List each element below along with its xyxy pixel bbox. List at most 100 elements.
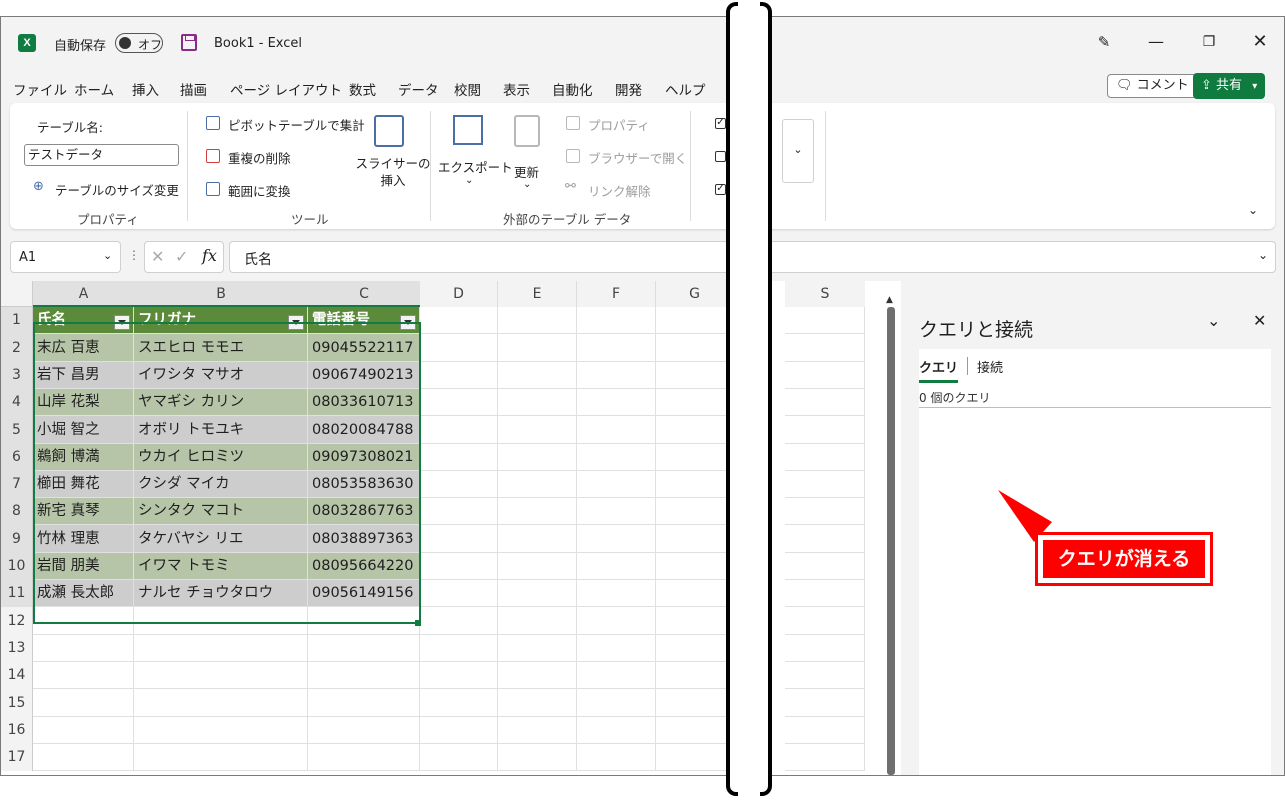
column-header[interactable]: C [308, 281, 420, 307]
table-cell[interactable]: 鵜飼 博満 [33, 444, 134, 471]
empty-cell[interactable] [498, 580, 577, 607]
row-header[interactable]: 16 [1, 717, 33, 744]
empty-cell[interactable] [33, 689, 134, 717]
save-icon[interactable] [181, 34, 197, 51]
table-cell[interactable]: スエヒロ モモエ [134, 334, 308, 362]
empty-cell[interactable] [577, 635, 656, 662]
empty-cell[interactable] [498, 444, 577, 471]
empty-cell[interactable] [498, 471, 577, 498]
row-header[interactable]: 2 [1, 334, 33, 362]
pane-options-icon[interactable]: ⌄ [1207, 311, 1220, 330]
name-box[interactable]: A1 ⌄ [10, 241, 121, 273]
empty-cell[interactable] [656, 416, 734, 444]
table-cell[interactable]: 08020084788 [308, 416, 420, 444]
tab-review[interactable]: 校閲 [454, 79, 481, 99]
empty-cell[interactable] [785, 416, 865, 444]
empty-cell[interactable] [498, 389, 577, 416]
table-header-cell[interactable]: フリガナ [134, 307, 308, 334]
empty-cell[interactable] [33, 635, 134, 662]
empty-cell[interactable] [577, 689, 656, 717]
empty-cell[interactable] [785, 307, 865, 334]
row-header[interactable]: 4 [1, 389, 33, 416]
pen-icon[interactable]: ✎ [1086, 27, 1122, 57]
empty-cell[interactable] [656, 525, 734, 553]
tab-insert[interactable]: 挿入 [132, 79, 159, 99]
style-option-checkbox[interactable]: ✓ [715, 184, 726, 195]
empty-cell[interactable] [656, 607, 734, 635]
table-cell[interactable]: シンタク マコト [134, 498, 308, 525]
empty-cell[interactable] [577, 362, 656, 389]
empty-cell[interactable] [498, 334, 577, 362]
empty-cell[interactable] [498, 416, 577, 444]
row-header[interactable]: 13 [1, 635, 33, 662]
table-cell[interactable]: 成瀬 長太郎 [33, 580, 134, 607]
table-cell[interactable]: ナルセ チョウタロウ [134, 580, 308, 607]
column-header[interactable]: G [656, 281, 734, 307]
empty-cell[interactable] [785, 334, 865, 362]
convert-to-range-button[interactable]: 範囲に変換 [228, 181, 291, 200]
empty-cell[interactable] [498, 662, 577, 689]
table-cell[interactable]: クシダ マイカ [134, 471, 308, 498]
filter-dropdown-icon[interactable] [114, 315, 130, 330]
empty-cell[interactable] [785, 471, 865, 498]
empty-cell[interactable] [785, 689, 865, 717]
empty-cell[interactable] [656, 553, 734, 580]
table-cell[interactable]: 末広 百恵 [33, 334, 134, 362]
empty-cell[interactable] [308, 689, 420, 717]
empty-cell[interactable] [420, 580, 498, 607]
empty-cell[interactable] [577, 471, 656, 498]
empty-cell[interactable] [498, 498, 577, 525]
empty-cell[interactable] [420, 307, 498, 334]
empty-cell[interactable] [656, 444, 734, 471]
empty-cell[interactable] [498, 689, 577, 717]
empty-cell[interactable] [785, 744, 865, 771]
empty-cell[interactable] [420, 662, 498, 689]
empty-cell[interactable] [498, 717, 577, 744]
table-name-input[interactable]: テストデータ [24, 144, 179, 166]
row-header[interactable]: 11 [1, 580, 33, 607]
table-cell[interactable]: 山岸 花梨 [33, 389, 134, 416]
empty-cell[interactable] [656, 334, 734, 362]
empty-cell[interactable] [308, 662, 420, 689]
empty-cell[interactable] [577, 525, 656, 553]
table-cell[interactable]: タケバヤシ リエ [134, 525, 308, 553]
cancel-icon[interactable]: ✕ [151, 247, 164, 266]
empty-cell[interactable] [134, 717, 308, 744]
row-header[interactable]: 8 [1, 498, 33, 525]
fill-handle[interactable] [415, 620, 421, 626]
table-cell[interactable]: 09097308021 [308, 444, 420, 471]
empty-cell[interactable] [420, 525, 498, 553]
empty-cell[interactable] [420, 362, 498, 389]
tab-queries[interactable]: クエリ [919, 357, 959, 383]
row-header[interactable]: 14 [1, 662, 33, 689]
empty-cell[interactable] [785, 498, 865, 525]
empty-cell[interactable] [656, 389, 734, 416]
empty-cell[interactable] [577, 607, 656, 635]
table-cell[interactable]: ヤマギシ カリン [134, 389, 308, 416]
row-header[interactable]: 3 [1, 362, 33, 389]
table-cell[interactable]: 09056149156 [308, 580, 420, 607]
empty-cell[interactable] [308, 635, 420, 662]
empty-cell[interactable] [498, 635, 577, 662]
empty-cell[interactable] [785, 525, 865, 553]
comment-button[interactable]: 🗨 コメント [1107, 74, 1198, 98]
empty-cell[interactable] [134, 689, 308, 717]
close-button[interactable]: ✕ [1242, 27, 1278, 57]
tab-file[interactable]: ファイル [13, 79, 67, 99]
empty-cell[interactable] [420, 553, 498, 580]
chevron-down-icon[interactable]: ⌄ [1258, 248, 1268, 262]
empty-cell[interactable] [420, 471, 498, 498]
table-cell[interactable]: 岩間 朋美 [33, 553, 134, 580]
enter-icon[interactable]: ✓ [175, 247, 188, 266]
table-cell[interactable]: 09045522117 [308, 334, 420, 362]
empty-cell[interactable] [577, 744, 656, 771]
empty-cell[interactable] [577, 307, 656, 334]
pivot-table-button[interactable]: ピボットテーブルで集計 [228, 115, 365, 134]
empty-cell[interactable] [577, 334, 656, 362]
tab-developer[interactable]: 開発 [615, 79, 642, 99]
empty-cell[interactable] [308, 744, 420, 771]
empty-cell[interactable] [656, 689, 734, 717]
empty-cell[interactable] [656, 307, 734, 334]
remove-duplicates-button[interactable]: 重複の削除 [228, 148, 291, 167]
empty-cell[interactable] [577, 662, 656, 689]
